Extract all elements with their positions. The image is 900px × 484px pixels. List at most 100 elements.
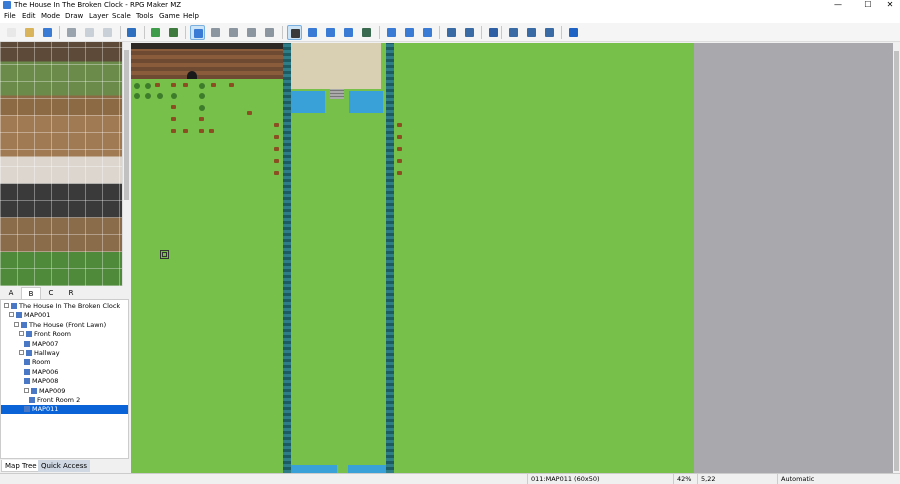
tree-item[interactable]: Room [1, 358, 128, 367]
map-canvas[interactable] [131, 43, 893, 473]
fence-post [171, 129, 176, 133]
zoom-actual-button[interactable] [420, 25, 435, 40]
copy-button[interactable] [82, 25, 97, 40]
barrel [183, 83, 188, 87]
bush [145, 93, 151, 99]
menu-scale[interactable]: Scale [112, 10, 131, 23]
save-project-button[interactable] [40, 25, 55, 40]
copy-icon [85, 28, 94, 37]
expand-toggle-icon[interactable] [19, 350, 24, 355]
layer-2-button[interactable] [226, 25, 241, 40]
barrel [229, 83, 234, 87]
map-cursor[interactable] [160, 250, 169, 259]
tree-item[interactable]: MAP007 [1, 340, 128, 349]
map-icon [24, 378, 30, 385]
paste-button[interactable] [100, 25, 115, 40]
layer-4-button[interactable] [262, 25, 277, 40]
layer-auto-button[interactable] [190, 25, 205, 40]
menu-mode[interactable]: Mode [41, 10, 60, 23]
barrel [211, 83, 216, 87]
cut-button[interactable] [64, 25, 79, 40]
tree-item[interactable]: MAP011 [1, 405, 128, 415]
tab-map-tree[interactable]: Map Tree [1, 460, 41, 472]
rectangle-tool-button[interactable] [305, 25, 320, 40]
open-project-button[interactable] [22, 25, 37, 40]
tree-item[interactable]: Hallway [1, 349, 128, 358]
tileset-tab-r[interactable]: R [61, 287, 81, 299]
tree-item[interactable]: MAP008 [1, 377, 128, 386]
new-project-icon [7, 28, 16, 37]
pencil-tool-button[interactable] [287, 25, 302, 40]
menu-edit[interactable]: Edit [22, 10, 36, 23]
toolbar-separator [282, 26, 283, 39]
bush [134, 93, 140, 99]
character-generator-button[interactable] [542, 25, 557, 40]
layer-1-button[interactable] [208, 25, 223, 40]
tileset-scrollbar[interactable] [122, 42, 129, 286]
tileset-tab-c[interactable]: C [41, 287, 61, 299]
tree-item[interactable]: Front Room [1, 330, 128, 339]
menu-draw[interactable]: Draw [65, 10, 83, 23]
fence-post [274, 171, 279, 175]
menu-game[interactable]: Game [159, 10, 180, 23]
map-mode-button[interactable] [148, 25, 163, 40]
toolbar-separator [185, 26, 186, 39]
maximize-button[interactable]: ☐ [858, 0, 878, 10]
grass-field [131, 43, 694, 473]
map-icon [31, 387, 37, 394]
expand-toggle-icon[interactable] [24, 387, 29, 393]
minimize-button[interactable]: — [828, 0, 848, 10]
event-searcher-button[interactable] [506, 25, 521, 40]
expand-toggle-icon[interactable] [19, 331, 24, 337]
tree-item[interactable]: Front Room 2 [1, 396, 128, 405]
tileset-scroll-thumb[interactable] [124, 50, 129, 200]
menu-help[interactable]: Help [183, 10, 199, 23]
toolbar-separator [59, 26, 60, 39]
fence-post [274, 135, 279, 139]
menu-tools[interactable]: Tools [136, 10, 153, 23]
playtest-button[interactable] [566, 25, 581, 40]
tileset-tab-b[interactable]: B [21, 287, 41, 299]
undo-button[interactable] [124, 25, 139, 40]
fence-post [397, 135, 402, 139]
map-icon [11, 303, 17, 309]
tree-item[interactable]: MAP006 [1, 368, 128, 377]
ellipse-tool-button[interactable] [323, 25, 338, 40]
tileset-palette[interactable] [0, 42, 129, 286]
database-button[interactable] [444, 25, 459, 40]
tree-item[interactable]: The House In The Broken Clock [1, 302, 128, 311]
map-icon [26, 350, 32, 356]
menu-layer[interactable]: Layer [89, 10, 109, 23]
event-mode-button[interactable] [166, 25, 181, 40]
plugin-manager-button[interactable] [462, 25, 477, 40]
expand-toggle-icon[interactable] [9, 312, 14, 318]
zoom-out-button[interactable] [402, 25, 417, 40]
expand-toggle-icon[interactable] [4, 303, 9, 308]
zoom-in-button[interactable] [384, 25, 399, 40]
close-button[interactable]: ✕ [880, 0, 900, 10]
barrel [171, 83, 176, 87]
tree-item[interactable]: The House (Front Lawn) [1, 321, 128, 330]
fence-post [199, 117, 204, 121]
plugin-manager-icon [465, 28, 474, 37]
expand-toggle-icon[interactable] [14, 321, 19, 327]
menu-file[interactable]: File [4, 10, 16, 23]
tileset-grid[interactable] [0, 42, 122, 286]
fill-tool-button[interactable] [341, 25, 356, 40]
tree-item[interactable]: MAP009 [1, 387, 128, 396]
tileset-tab-a[interactable]: A [1, 287, 21, 299]
map-scroll-thumb[interactable] [894, 51, 899, 471]
zoom-actual-icon [423, 28, 432, 37]
shadow-pen-button[interactable] [359, 25, 374, 40]
map-icon [24, 406, 30, 413]
fence-post [199, 129, 204, 133]
tree-item-label: MAP007 [32, 339, 59, 348]
pencil-tool-icon [291, 29, 300, 38]
new-project-button[interactable] [4, 25, 19, 40]
sound-test-button[interactable] [486, 25, 501, 40]
resource-manager-button[interactable] [524, 25, 539, 40]
tree-item[interactable]: MAP001 [1, 311, 128, 320]
layer-3-button[interactable] [244, 25, 259, 40]
tab-quick-access[interactable]: Quick Access [38, 460, 90, 472]
map-scrollbar[interactable] [893, 43, 900, 473]
